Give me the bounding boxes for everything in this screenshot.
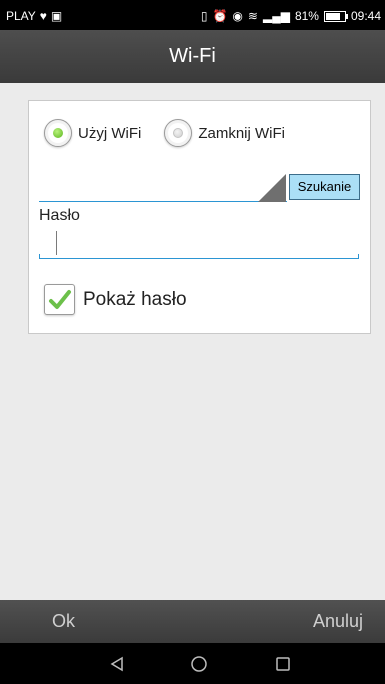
wifi-settings-panel: Użyj WiFi Zamknij WiFi Szukanie Hasło Po… — [28, 100, 371, 334]
underline-tick-left — [39, 254, 40, 259]
status-bar: PLAY ♥ ▣ ▯ ⏰ ◉ ≋ ▂▄▆ 81% 09:44 — [0, 0, 385, 30]
radio-use-wifi-label: Użyj WiFi — [78, 124, 142, 142]
radio-close-wifi[interactable]: Zamknij WiFi — [164, 119, 285, 147]
checkmark-icon — [44, 284, 75, 315]
dialog-action-bar: Ok Anuluj — [0, 600, 385, 643]
home-icon[interactable] — [174, 643, 224, 684]
text-caret — [56, 231, 57, 255]
ok-button[interactable]: Ok — [52, 600, 75, 643]
vibrate-icon: ▯ — [200, 9, 208, 23]
password-underline — [39, 258, 359, 259]
clock: 09:44 — [350, 9, 381, 23]
battery-percent: 81% — [294, 9, 319, 23]
dropdown-triangle-icon[interactable] — [258, 174, 286, 202]
battery-icon — [323, 10, 348, 22]
underline-tick-right — [358, 254, 359, 259]
cell-signal-icon: ▂▄▆ — [262, 9, 290, 23]
page-title: Wi-Fi — [0, 30, 385, 83]
recent-apps-icon[interactable] — [258, 643, 308, 684]
ssid-underline — [39, 201, 287, 202]
radio-use-wifi[interactable]: Użyj WiFi — [44, 119, 141, 147]
status-bar-left: PLAY ♥ ▣ — [6, 9, 62, 23]
show-password-label: Pokaż hasło — [83, 288, 187, 310]
alarm-icon: ⏰ — [212, 9, 228, 23]
status-bar-right: ▯ ⏰ ◉ ≋ ▂▄▆ 81% 09:44 — [201, 9, 381, 23]
system-navigation-bar — [0, 643, 385, 684]
wifi-mode-radio-group: Użyj WiFi Zamknij WiFi — [44, 119, 285, 147]
heart-icon: ♥ — [39, 9, 47, 23]
password-label: Hasło — [39, 207, 80, 224]
carrier-name: PLAY — [6, 9, 36, 23]
cancel-button[interactable]: Anuluj — [313, 600, 363, 643]
back-icon[interactable] — [92, 643, 142, 684]
image-notification-icon: ▣ — [50, 9, 63, 23]
radio-unselected-icon — [164, 119, 193, 147]
radio-selected-icon — [44, 119, 72, 147]
search-button[interactable]: Szukanie — [289, 174, 360, 200]
show-password-checkbox[interactable]: Pokaż hasło — [44, 284, 187, 315]
wifi-signal-icon: ≋ — [247, 9, 258, 23]
eye-icon: ◉ — [232, 9, 243, 23]
radio-close-wifi-label: Zamknij WiFi — [198, 124, 285, 142]
password-input[interactable] — [39, 229, 359, 259]
